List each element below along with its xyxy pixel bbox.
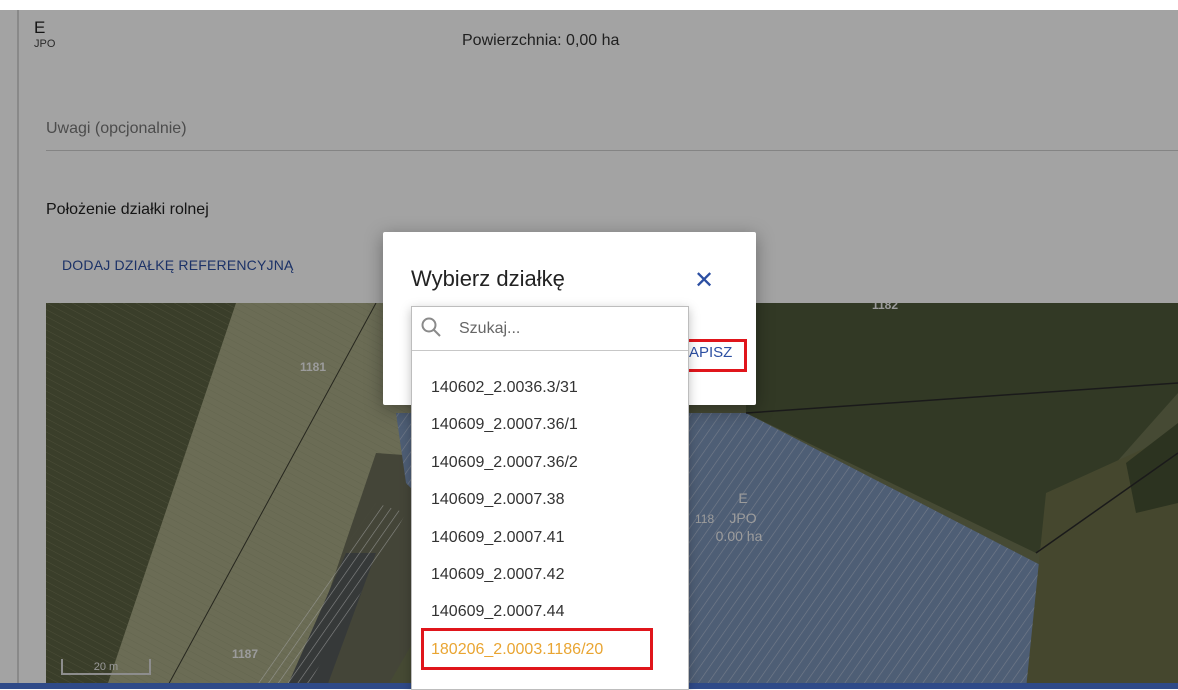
save-button-annotation [686, 339, 747, 372]
list-item[interactable]: 140609_2.0007.44 [412, 593, 688, 630]
list-item[interactable]: 140609_2.0007.36/2 [412, 444, 688, 481]
list-item[interactable]: 140602_2.0036.3/31 [412, 369, 688, 406]
search-input[interactable] [457, 316, 681, 342]
list-item[interactable]: 140609_2.0007.38 [412, 481, 688, 518]
highlighted-item-annotation [421, 628, 653, 670]
parcel-list: 140602_2.0036.3/31 140609_2.0007.36/1 14… [412, 369, 688, 668]
list-item[interactable]: 140609_2.0007.41 [412, 519, 688, 556]
top-bar [0, 0, 1178, 10]
close-icon[interactable]: ✕ [694, 269, 714, 293]
dialog-title: Wybierz działkę [411, 266, 565, 291]
list-item[interactable]: 140609_2.0007.36/1 [412, 406, 688, 443]
list-item[interactable]: 140609_2.0007.42 [412, 556, 688, 593]
search-icon [421, 317, 441, 337]
search-row [412, 307, 688, 351]
